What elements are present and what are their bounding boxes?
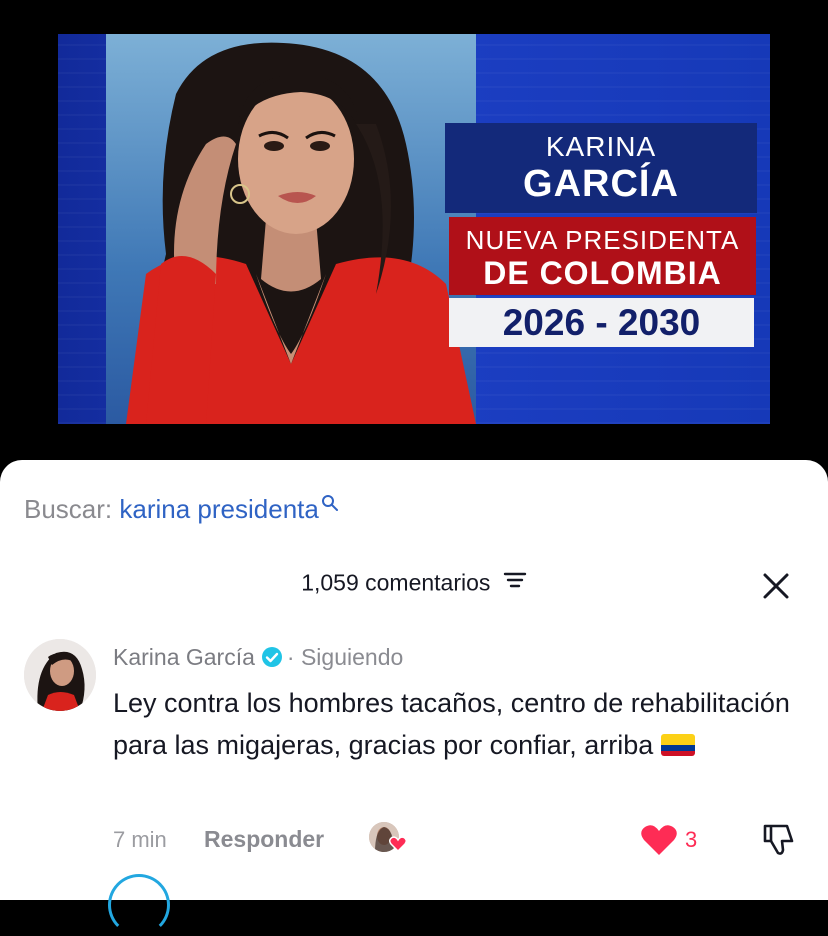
role-line-2: DE COLOMBIA (483, 255, 722, 291)
like-count: 3 (685, 827, 698, 852)
woman-portrait-illustration (126, 42, 476, 424)
name-last: GARCÍA (523, 163, 679, 205)
term-years: 2026 - 2030 (449, 298, 754, 347)
follow-status: Siguiendo (300, 644, 404, 670)
comment-count: 1,059 comentarios (301, 569, 491, 596)
dislike-icon[interactable] (761, 822, 797, 863)
separator-dot: · (286, 644, 295, 670)
role-line-1: NUEVA PRESIDENTA (465, 225, 740, 255)
search-query-link[interactable]: karina presidenta (119, 494, 318, 524)
news-banner: KARINA GARCÍA NUEVA PRESIDENTA DE COLOMB… (58, 34, 770, 424)
role-box: NUEVA PRESIDENTA DE COLOMBIA (449, 217, 756, 295)
like-heart-icon[interactable] (640, 824, 678, 861)
close-icon[interactable] (758, 568, 794, 604)
reply-button[interactable]: Responder (204, 826, 324, 853)
name-box: KARINA GARCÍA (445, 123, 757, 213)
comments-header: 1,059 comentarios (0, 568, 828, 604)
comments-sheet: Buscar: karina presidenta 1,059 comentar… (0, 460, 828, 900)
search-icon (321, 488, 339, 519)
avatar[interactable] (24, 639, 96, 711)
next-comment-avatar (108, 874, 170, 936)
search-label: Buscar: (24, 494, 113, 524)
verified-badge-icon (261, 646, 283, 674)
comment-actions: 7 min Responder 3 (113, 822, 803, 861)
comment-header: Karina García · Siguiendo (113, 644, 403, 674)
colombia-flag-icon (661, 734, 696, 756)
portrait-photo (106, 34, 476, 424)
comment-time: 7 min (113, 827, 167, 852)
search-suggestion[interactable]: Buscar: karina presidenta (24, 494, 339, 525)
comment-text: Ley contra los hombres tacaños, centro d… (113, 682, 793, 766)
name-first: KARINA (545, 131, 657, 162)
filter-icon[interactable] (503, 569, 527, 596)
video-player[interactable]: KARINA GARCÍA NUEVA PRESIDENTA DE COLOMB… (0, 0, 828, 470)
comment-author[interactable]: Karina García (113, 644, 255, 670)
creator-heart-icon (388, 836, 408, 857)
